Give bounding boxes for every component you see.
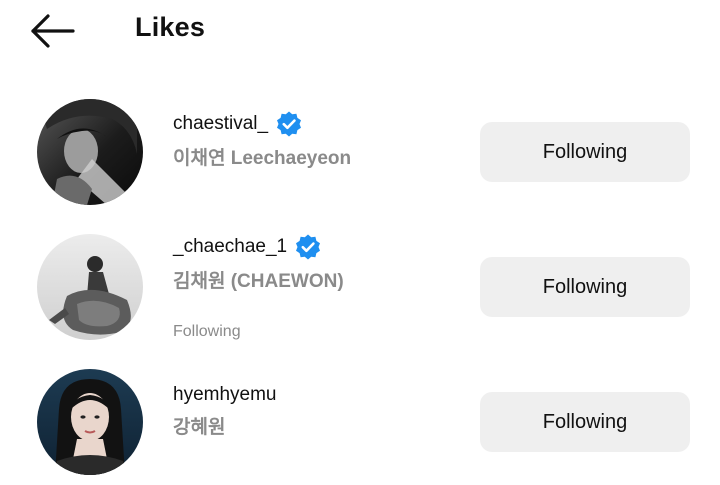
following-button[interactable]: Following	[480, 122, 690, 182]
verified-badge-icon	[294, 233, 322, 261]
header-bar: Likes	[0, 0, 720, 62]
avatar[interactable]	[37, 369, 143, 475]
following-button[interactable]: Following	[480, 392, 690, 452]
back-button[interactable]	[26, 8, 78, 54]
arrow-left-icon	[26, 8, 78, 54]
username-line: chaestival_	[173, 110, 303, 138]
username-line: _chaechae_1	[173, 233, 322, 261]
username[interactable]: hyemhyemu	[173, 384, 277, 406]
full-name: 김채원 (CHAEWON)	[173, 271, 344, 292]
avatar[interactable]	[37, 99, 143, 205]
following-button[interactable]: Following	[480, 257, 690, 317]
verified-badge-icon	[275, 110, 303, 138]
follow-status-text: Following	[173, 323, 241, 340]
page-title: Likes	[135, 12, 206, 42]
username-line: hyemhyemu	[173, 381, 277, 409]
full-name: 강혜원	[173, 417, 226, 438]
full-name: 이채연 Leechaeyeon	[173, 148, 352, 169]
username[interactable]: chaestival_	[173, 113, 268, 135]
username[interactable]: _chaechae_1	[173, 236, 287, 258]
avatar[interactable]	[37, 234, 143, 340]
